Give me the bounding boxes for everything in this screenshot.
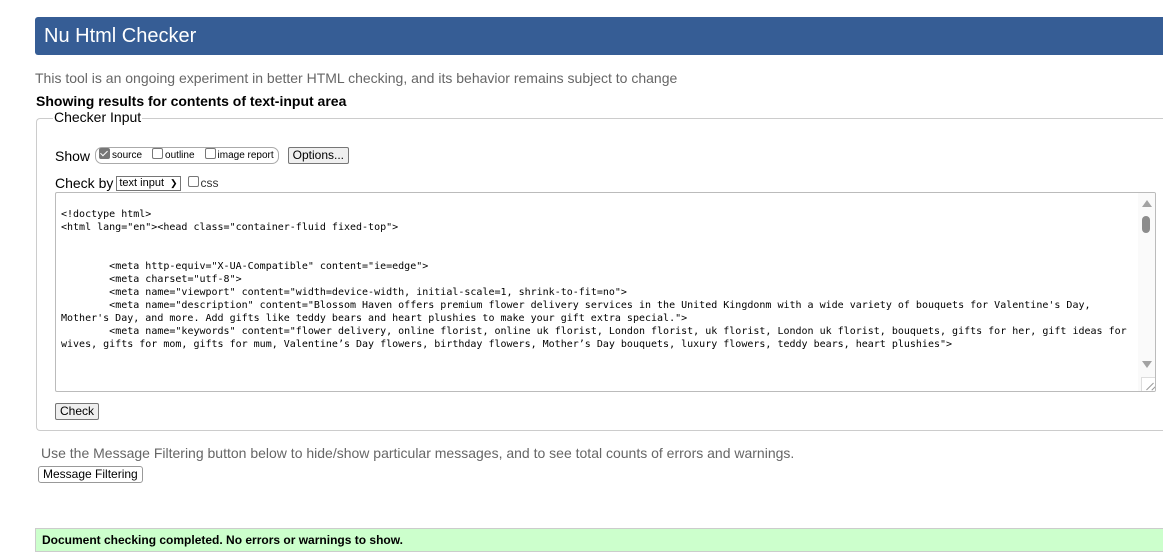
check-button[interactable]: Check <box>55 403 100 420</box>
resize-handle-icon[interactable] <box>1141 377 1155 391</box>
scrollbar-thumb[interactable] <box>1142 216 1150 233</box>
checker-input-fieldset: Checker Input Show source outline image … <box>36 109 1163 431</box>
check-by-row: Check by text input ❯ css <box>55 175 219 191</box>
show-options-row: Show source outline image report Options… <box>55 147 350 164</box>
result-success-message: Document checking completed. No errors o… <box>35 528 1163 552</box>
show-label: Show <box>55 147 91 164</box>
message-filtering-hint: Use the Message Filtering button below t… <box>41 445 795 461</box>
message-filtering-button[interactable]: Message Filtering <box>38 466 143 483</box>
css-label: css <box>200 176 219 190</box>
scroll-up-arrow-icon[interactable] <box>1142 200 1152 207</box>
scroll-down-arrow-icon[interactable] <box>1142 361 1152 368</box>
options-button[interactable]: Options... <box>287 147 350 164</box>
show-options-group: source outline image report <box>95 147 279 164</box>
app-header: Nu Html Checker <box>35 17 1163 55</box>
check-by-select[interactable]: text input ❯ <box>116 175 181 191</box>
show-source-option[interactable]: source <box>99 148 143 161</box>
show-outline-option[interactable]: outline <box>152 148 195 161</box>
check-by-selected-value: text input <box>119 177 164 189</box>
source-checkbox[interactable] <box>99 148 111 159</box>
image-report-checkbox[interactable] <box>204 148 216 159</box>
source-textarea[interactable]: <!doctype html> <html lang="en"><head cl… <box>55 192 1156 392</box>
source-code-text[interactable]: <!doctype html> <html lang="en"><head cl… <box>61 208 1133 351</box>
chevron-down-icon: ❯ <box>170 177 178 188</box>
css-option[interactable]: css <box>187 175 219 190</box>
css-checkbox[interactable] <box>187 175 199 187</box>
check-by-label: Check by <box>55 175 114 191</box>
checker-input-legend: Checker Input <box>53 109 143 125</box>
source-label: source <box>112 150 143 161</box>
outline-checkbox[interactable] <box>152 148 164 159</box>
results-heading: Showing results for contents of text-inp… <box>36 93 347 109</box>
show-image-report-option[interactable]: image report <box>204 148 274 161</box>
textarea-scrollbar[interactable] <box>1138 193 1155 391</box>
image-report-label: image report <box>217 150 274 161</box>
outline-label: outline <box>165 150 195 161</box>
intro-text: This tool is an ongoing experiment in be… <box>35 70 678 86</box>
app-title: Nu Html Checker <box>44 24 197 47</box>
